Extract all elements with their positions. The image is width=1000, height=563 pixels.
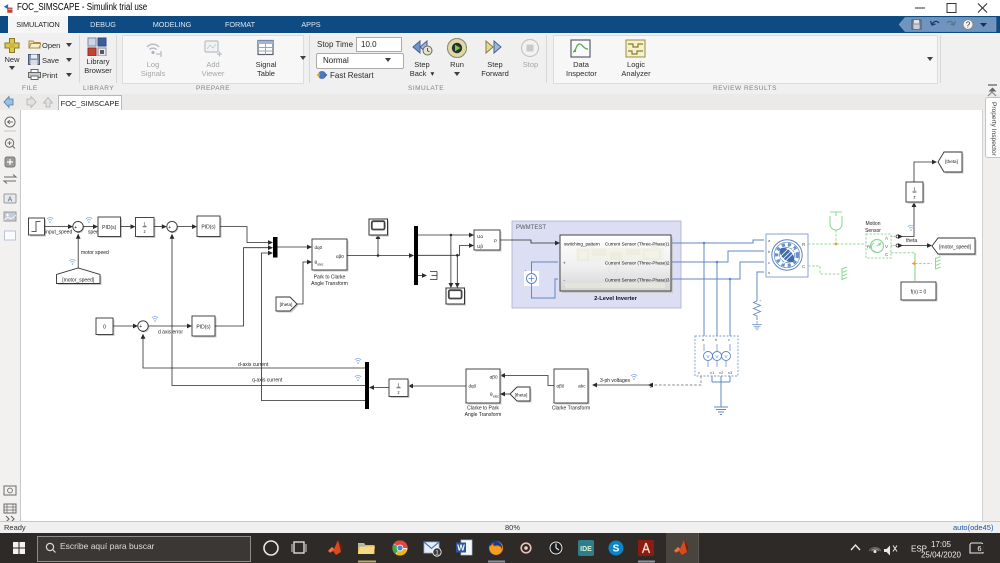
- svg-text:A: A: [885, 236, 888, 241]
- svg-text:_: _: [170, 228, 174, 234]
- svg-text:d axis error: d axis error: [158, 330, 183, 336]
- svg-text:IDE: IDE: [580, 546, 592, 553]
- svg-text:elec: elec: [318, 263, 324, 267]
- svg-text:?: ?: [966, 21, 971, 30]
- svg-text:v: v: [698, 371, 700, 375]
- svg-text:[theta]: [theta]: [280, 302, 293, 307]
- svg-text:V: V: [706, 354, 709, 359]
- svg-text:abc: abc: [578, 384, 586, 389]
- svg-text:switching_pattern: switching_pattern: [564, 241, 600, 246]
- svg-text:1: 1: [143, 222, 146, 227]
- svg-text:17:05: 17:05: [931, 540, 952, 549]
- svg-text:25/04/2020: 25/04/2020: [921, 551, 962, 560]
- svg-text:theta: theta: [906, 238, 917, 244]
- svg-text:αβ0: αβ0: [336, 254, 344, 259]
- svg-text:P: P: [494, 239, 497, 244]
- svg-text:[motor_speed]: [motor_speed]: [939, 245, 972, 251]
- svg-text:b: b: [715, 338, 717, 342]
- svg-text:PID(s): PID(s): [102, 225, 117, 231]
- svg-text:[motor_speed]: [motor_speed]: [62, 277, 95, 283]
- svg-text:Sensor: Sensor: [865, 228, 881, 234]
- svg-text:A: A: [8, 197, 13, 204]
- svg-text:f(x) = 0: f(x) = 0: [911, 290, 927, 296]
- svg-text:1: 1: [397, 383, 400, 388]
- svg-text:V: V: [724, 354, 727, 359]
- svg-text:q-axis current: q-axis current: [252, 378, 283, 384]
- svg-text:[theta]: [theta]: [945, 159, 958, 164]
- svg-text:Uα: Uα: [477, 234, 483, 239]
- svg-text:1: 1: [435, 550, 439, 557]
- svg-text:c: c: [728, 338, 730, 342]
- svg-text:3: 3: [650, 384, 653, 390]
- svg-text:Uβ: Uβ: [477, 244, 483, 249]
- svg-text:Current Sensor (Three-Phase)3: Current Sensor (Three-Phase)3: [605, 278, 670, 283]
- svg-text:V: V: [885, 244, 888, 249]
- svg-text:_: _: [76, 228, 80, 234]
- svg-text:S: S: [613, 544, 620, 555]
- svg-text:1: 1: [913, 187, 916, 192]
- svg-text:Motion: Motion: [865, 221, 880, 227]
- svg-text:PID(s): PID(s): [196, 325, 211, 331]
- svg-text:6: 6: [977, 544, 981, 553]
- svg-text:+: +: [759, 298, 762, 303]
- svg-text:Angle Transform: Angle Transform: [465, 412, 502, 418]
- svg-text:Clarke Transform: Clarke Transform: [552, 406, 590, 412]
- svg-text:αβ0: αβ0: [557, 384, 565, 389]
- svg-text:input_speed: input_speed: [45, 230, 72, 236]
- svg-text:motor speed: motor speed: [81, 250, 109, 256]
- svg-text:PWMTEST: PWMTEST: [516, 225, 546, 231]
- svg-text:αβ0: αβ0: [490, 375, 498, 380]
- svg-text:[theta]: [theta]: [515, 393, 528, 398]
- svg-text:W: W: [457, 544, 465, 553]
- svg-text:dq0: dq0: [315, 245, 323, 250]
- svg-text:n: n: [768, 270, 770, 275]
- svg-text:n2: n2: [719, 371, 723, 375]
- svg-text:PID(s): PID(s): [201, 225, 216, 231]
- svg-text:Current Sensor (Three-Phase)2: Current Sensor (Three-Phase)2: [605, 261, 670, 266]
- svg-text:3-ph voltages: 3-ph voltages: [600, 378, 631, 384]
- svg-text:Park to Clarke: Park to Clarke: [314, 275, 346, 281]
- svg-text:d-axis current: d-axis current: [238, 362, 269, 368]
- svg-text:n1: n1: [710, 371, 714, 375]
- svg-text:n3: n3: [728, 371, 732, 375]
- svg-text:_: _: [141, 327, 145, 333]
- svg-text:c: c: [768, 260, 770, 265]
- svg-text:Clarke to Park: Clarke to Park: [467, 406, 499, 412]
- svg-text:dq0: dq0: [469, 384, 477, 389]
- svg-text:2-Level Inverter: 2-Level Inverter: [594, 296, 638, 302]
- svg-text:+: +: [563, 261, 566, 266]
- svg-text:Angle Transform: Angle Transform: [311, 281, 348, 287]
- svg-text:elec: elec: [493, 395, 499, 399]
- svg-text:0: 0: [103, 325, 106, 331]
- svg-text:Current Sensor (Three-Phase)1: Current Sensor (Three-Phase)1: [605, 241, 670, 246]
- svg-text:V: V: [715, 354, 718, 359]
